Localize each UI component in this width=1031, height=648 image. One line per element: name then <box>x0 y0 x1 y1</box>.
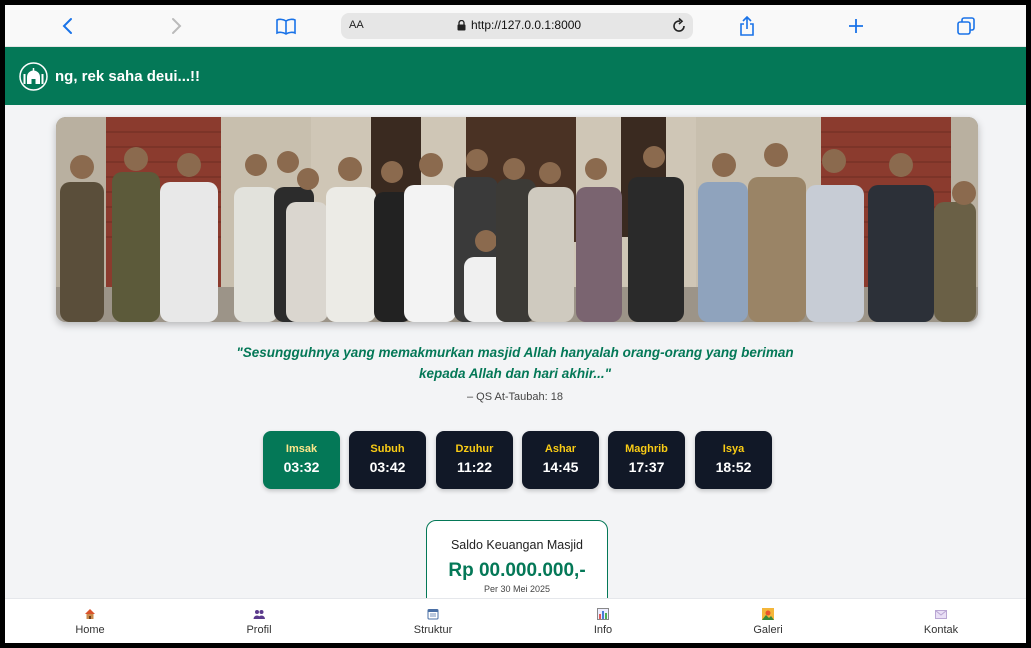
prayer-name: Subuh <box>370 443 405 455</box>
site-title: ng, rek saha deui...!! <box>55 68 201 85</box>
back-icon[interactable] <box>55 13 81 39</box>
address-bar[interactable]: AA http://127.0.0.1:8000 <box>341 13 693 39</box>
nav-item-kontak[interactable]: Kontak <box>891 599 991 643</box>
browser-window: AA http://127.0.0.1:8000 ng, rek saha de… <box>5 5 1026 643</box>
prayer-tile-imsak[interactable]: Imsak 03:32 <box>263 431 340 489</box>
landscape-icon <box>762 607 774 620</box>
nav-label: Profil <box>246 624 272 636</box>
finance-date: Per 30 Mei 2025 <box>483 584 551 594</box>
lock-icon <box>457 19 466 34</box>
people-icon <box>253 607 265 619</box>
new-tab-icon[interactable] <box>843 13 869 39</box>
nav-item-info[interactable]: Info <box>553 599 653 643</box>
prayer-tile-dzuhur[interactable]: Dzuhur 11:22 <box>436 431 513 489</box>
nav-label: Struktur <box>413 624 453 636</box>
prayer-tile-maghrib[interactable]: Maghrib 17:37 <box>608 431 685 489</box>
browser-toolbar: AA http://127.0.0.1:8000 <box>5 5 1026 47</box>
tabs-icon[interactable] <box>953 13 979 39</box>
prayer-name: Ashar <box>544 443 577 455</box>
prayer-time: 03:32 <box>283 459 320 475</box>
prayer-tile-isya[interactable]: Isya 18:52 <box>695 431 772 489</box>
prayer-name: Imsak <box>285 443 318 455</box>
share-icon[interactable] <box>734 13 760 39</box>
prayer-time: 11:22 <box>456 459 493 475</box>
bottom-nav: Home Profil Struktur Info Galeri Kontak <box>5 598 1026 643</box>
prayer-tile-subuh[interactable]: Subuh 03:42 <box>349 431 426 489</box>
nav-label: Info <box>593 624 613 636</box>
prayer-times: Imsak 03:32 Subuh 03:42 Dzuhur 11:22 Ash… <box>263 431 773 489</box>
finance-amount: Rp 00.000.000,- <box>448 560 586 581</box>
prayer-tile-ashar[interactable]: Ashar 14:45 <box>522 431 599 489</box>
hero-group-photo <box>56 117 978 322</box>
prayer-time: 14:45 <box>542 459 579 475</box>
house-icon <box>84 607 96 619</box>
finance-title: Saldo Keuangan Masjid <box>450 538 584 552</box>
reload-icon[interactable] <box>671 17 687 38</box>
nav-item-galeri[interactable]: Galeri <box>718 599 818 643</box>
mosque-logo-icon[interactable] <box>19 62 48 91</box>
quote-source: – QS At-Taubah: 18 <box>466 391 563 403</box>
prayer-time: 03:42 <box>369 459 406 475</box>
nav-label: Home <box>75 624 105 636</box>
bookmarks-icon[interactable] <box>273 13 299 39</box>
prayer-time: 17:37 <box>628 459 665 475</box>
bar-chart-icon <box>597 607 609 620</box>
nav-item-home[interactable]: Home <box>40 599 140 643</box>
envelope-icon <box>935 607 947 619</box>
nav-label: Kontak <box>923 624 959 636</box>
calendar-icon <box>427 607 439 620</box>
url-text: http://127.0.0.1:8000 <box>471 18 582 32</box>
text-size-button[interactable]: AA <box>349 19 364 31</box>
nav-item-profil[interactable]: Profil <box>209 599 309 643</box>
forward-icon[interactable] <box>163 13 189 39</box>
prayer-name: Maghrib <box>625 443 668 455</box>
nav-item-struktur[interactable]: Struktur <box>383 599 483 643</box>
prayer-name: Dzuhur <box>455 443 494 455</box>
prayer-time: 18:52 <box>715 459 752 475</box>
app-header: ng, rek saha deui...!! <box>5 47 1026 105</box>
nav-label: Galeri <box>753 624 783 636</box>
quran-quote: "Sesungguhnya yang memakmurkan masjid Al… <box>236 345 794 381</box>
prayer-name: Isya <box>722 443 745 455</box>
